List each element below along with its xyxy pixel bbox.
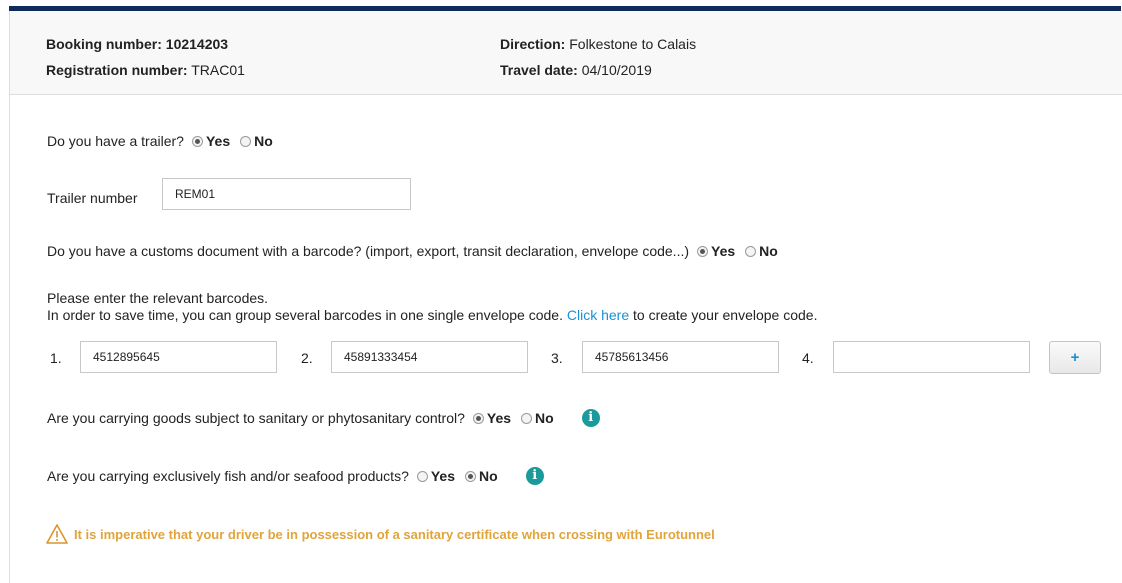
trailer-no-radio[interactable]: No (240, 132, 273, 150)
barcode-1-label: 1. (50, 350, 62, 366)
fish-question-text: Are you carrying exclusively fish and/or… (47, 468, 409, 484)
trailer-number-label: Trailer number (47, 190, 138, 206)
fish-no-radio[interactable]: No (465, 467, 498, 485)
travel-date-value: 04/10/2019 (581, 62, 652, 78)
trailer-yes-radio[interactable]: Yes (191, 132, 231, 150)
radio-checked-icon (697, 245, 709, 257)
registration-number: Registration number: TRAC01 (46, 61, 245, 79)
trailer-number-input[interactable] (162, 178, 411, 210)
radio-unchecked-icon (416, 470, 428, 482)
info-icon[interactable]: i (525, 467, 544, 485)
direction: Direction: Folkestone to Calais (500, 35, 696, 53)
trailer-yes-label: Yes (205, 133, 231, 149)
booking-number-value: 10214203 (165, 36, 229, 52)
trailer-question-text: Do you have a trailer? (47, 133, 184, 149)
fish-no-label: No (479, 468, 498, 484)
fish-radio-group: Yes No (416, 467, 508, 485)
add-barcode-button[interactable]: + (1049, 341, 1101, 374)
sanitary-question: Are you carrying goods subject to sanita… (47, 409, 600, 427)
radio-unchecked-icon (240, 135, 252, 147)
barcodes-intro-line2: In order to save time, you can group sev… (47, 306, 817, 324)
customs-no-label: No (759, 243, 778, 259)
registration-number-label: Registration number: (46, 62, 188, 78)
customs-question-text: Do you have a customs document with a ba… (47, 243, 690, 259)
barcodes-intro-text-after: to create your envelope code. (633, 307, 818, 323)
booking-number-label: Booking number: (46, 36, 162, 52)
direction-label: Direction: (500, 36, 566, 52)
page: Booking number: 10214203 Registration nu… (0, 0, 1122, 583)
radio-checked-icon (191, 135, 203, 147)
barcode-2-input[interactable] (331, 341, 528, 373)
travel-date-label: Travel date: (500, 62, 578, 78)
warning-text: It is imperative that your driver be in … (74, 526, 715, 542)
fish-question: Are you carrying exclusively fish and/or… (47, 467, 544, 485)
radio-checked-icon (472, 412, 484, 424)
barcode-4-input[interactable] (833, 341, 1030, 373)
travel-date: Travel date: 04/10/2019 (500, 61, 652, 79)
sanitary-no-label: No (535, 410, 554, 426)
customs-radio-group: Yes No (697, 242, 788, 260)
warning-triangle-icon (46, 524, 68, 544)
sanitary-yes-label: Yes (486, 410, 512, 426)
booking-summary: Booking number: 10214203 Registration nu… (10, 11, 1122, 95)
trailer-question: Do you have a trailer? Yes No (47, 132, 283, 150)
fish-yes-label: Yes (430, 468, 455, 484)
sanitary-question-text: Are you carrying goods subject to sanita… (47, 410, 465, 426)
customs-yes-radio[interactable]: Yes (697, 242, 735, 260)
barcode-3-label: 3. (551, 350, 563, 366)
barcode-3-input[interactable] (582, 341, 779, 373)
create-envelope-code-link[interactable]: Click here (567, 307, 629, 323)
fish-yes-radio[interactable]: Yes (416, 467, 455, 485)
radio-unchecked-icon (521, 412, 533, 424)
barcode-2-label: 2. (301, 350, 313, 366)
customs-question: Do you have a customs document with a ba… (47, 242, 788, 260)
sanitary-no-radio[interactable]: No (521, 409, 554, 427)
sanitary-yes-radio[interactable]: Yes (472, 409, 512, 427)
barcodes-intro-line1: Please enter the relevant barcodes. (47, 290, 269, 306)
barcode-1-input[interactable] (80, 341, 277, 373)
trailer-no-label: No (254, 133, 273, 149)
radio-checked-icon (465, 470, 476, 482)
direction-value: Folkestone to Calais (569, 36, 697, 52)
radio-unchecked-icon (745, 245, 757, 257)
booking-form-panel: Booking number: 10214203 Registration nu… (9, 11, 1122, 583)
barcode-4-label: 4. (802, 350, 814, 366)
customs-no-radio[interactable]: No (745, 242, 778, 260)
sanitary-certificate-warning: It is imperative that your driver be in … (46, 524, 715, 544)
customs-yes-label: Yes (711, 243, 736, 259)
trailer-radio-group: Yes No (191, 132, 283, 150)
info-icon[interactable]: i (581, 409, 600, 427)
sanitary-radio-group: Yes No (472, 409, 564, 427)
booking-number: Booking number: 10214203 (46, 35, 228, 53)
registration-number-value: TRAC01 (191, 62, 245, 78)
barcodes-intro-text: In order to save time, you can group sev… (47, 307, 563, 323)
